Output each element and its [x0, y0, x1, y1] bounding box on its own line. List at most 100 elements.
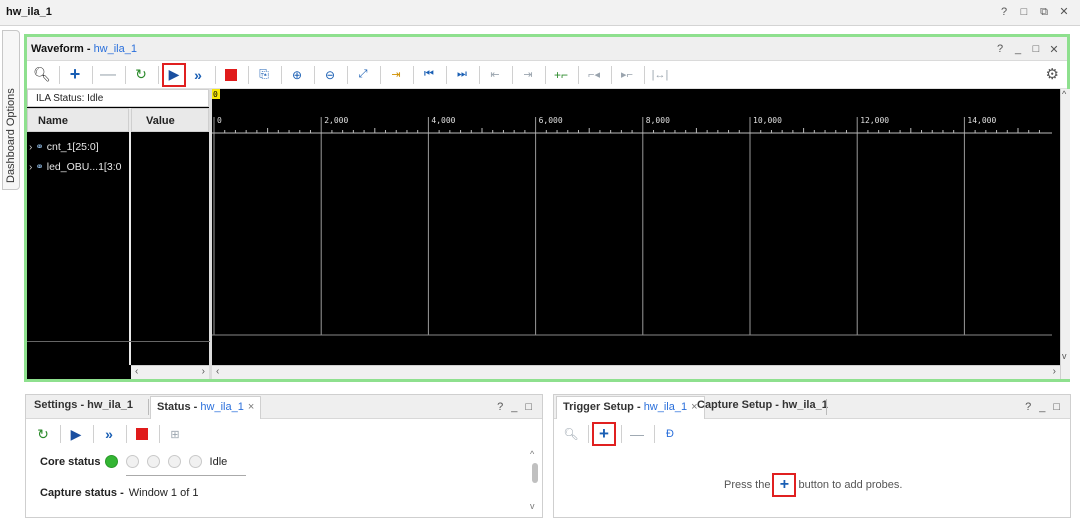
- waveform-canvas[interactable]: 0 0 2,000 4,000 6,000 8,000 10,000 12,000 14,00…: [212, 89, 1070, 379]
- help-icon[interactable]: ?: [497, 401, 503, 413]
- tab-trigger-link[interactable]: hw_ila_1: [644, 401, 687, 413]
- tab-status-text: Status: [157, 401, 191, 413]
- close-icon[interactable]: ✕: [1058, 6, 1070, 19]
- float-icon[interactable]: ⧉: [1038, 6, 1050, 19]
- dashboard-options-tab[interactable]: Dashboard Options: [2, 30, 20, 190]
- minimize-icon[interactable]: _: [1013, 43, 1023, 56]
- divider-line: [27, 341, 210, 342]
- scroll-up-icon[interactable]: ^: [530, 449, 534, 459]
- waveform-toolbar: 🔍︎ + — ↻ ▶ » ⎘ ⊕ ⊖ ⤢ ⇥ ⏮ ⏭ ⇤ ⇥ +⌐ ⌐◂ ▸⌐: [27, 61, 1067, 89]
- signal-row[interactable]: › ⚭ led_OBU...1[3:0: [29, 158, 129, 176]
- minimize-icon[interactable]: _: [511, 401, 517, 413]
- stop-icon[interactable]: [131, 423, 153, 445]
- run-immediate-icon[interactable]: »: [98, 423, 120, 445]
- export-icon[interactable]: ⎘: [253, 64, 275, 86]
- help-icon[interactable]: ?: [998, 6, 1010, 19]
- window-controls: ? □ ⧉ ✕: [998, 6, 1070, 19]
- tick-label: 8,000: [646, 116, 670, 125]
- scroll-right-icon[interactable]: ›: [202, 366, 205, 377]
- maximize-icon[interactable]: □: [1053, 401, 1060, 413]
- stop-icon[interactable]: [220, 64, 242, 86]
- help-icon[interactable]: ?: [995, 43, 1005, 56]
- minimize-icon[interactable]: _: [1039, 401, 1045, 413]
- scroll-down-icon[interactable]: v: [1062, 351, 1067, 361]
- search-icon[interactable]: 🔍︎: [31, 64, 53, 86]
- zoom-out-icon[interactable]: ⊖: [319, 64, 341, 86]
- maximize-icon[interactable]: □: [525, 401, 532, 413]
- scroll-left-icon[interactable]: ‹: [216, 366, 219, 377]
- status-tabbar: Settings - hw_ila_1 Status - hw_ila_1 × ?…: [26, 395, 542, 419]
- app-titlebar: hw_ila_1 ? □ ⧉ ✕: [0, 0, 1080, 26]
- tab-status-link[interactable]: hw_ila_1: [200, 401, 243, 413]
- expand-icon[interactable]: ›: [29, 162, 32, 173]
- zoom-fit-icon[interactable]: ⤢: [352, 64, 374, 86]
- scroll-down-icon[interactable]: v: [530, 501, 535, 511]
- trigger-setup-panel: Trigger Setup - hw_ila_1 × Capture Setup …: [553, 394, 1071, 518]
- minus-icon[interactable]: —: [97, 64, 119, 86]
- tab-trigger-setup[interactable]: Trigger Setup - hw_ila_1 ×: [556, 396, 705, 419]
- tab-settings[interactable]: Settings - hw_ila_1: [34, 399, 133, 411]
- tick-label: 10,000: [753, 116, 782, 125]
- auto-refresh-icon[interactable]: ↻: [130, 64, 152, 86]
- waveform-title-link[interactable]: hw_ila_1: [94, 43, 137, 55]
- waveform-header: Waveform - hw_ila_1 ? _ □ ✕: [27, 37, 1067, 61]
- gear-icon[interactable]: ⚙: [1046, 65, 1059, 83]
- hint-text-before: Press the: [724, 479, 771, 491]
- tick-label: 0: [217, 116, 222, 125]
- status-vscrollbar[interactable]: ^ v: [530, 449, 540, 513]
- divider: [126, 475, 246, 476]
- close-icon[interactable]: ✕: [1049, 43, 1059, 56]
- next-transition-icon[interactable]: ⇥: [517, 64, 539, 86]
- tab-status[interactable]: Status - hw_ila_1 ×: [150, 396, 262, 419]
- run-trigger-icon[interactable]: ▶: [65, 423, 87, 445]
- prev-transition-icon[interactable]: ⇤: [484, 64, 506, 86]
- window-title: hw_ila_1: [6, 6, 52, 18]
- value-hscrollbar[interactable]: ‹ ›: [131, 365, 209, 379]
- signal-names-area: ILA Status: Idle Name Value › ⚭ cnt_1[25…: [27, 89, 212, 379]
- trigger-toolbar: 🔍︎ + — Ð: [554, 421, 683, 447]
- remove-probe-icon[interactable]: —: [626, 423, 648, 445]
- plus-icon[interactable]: +: [64, 64, 86, 86]
- scroll-up-icon[interactable]: ^: [1062, 89, 1066, 99]
- signal-name: cnt_1[25:0]: [46, 141, 99, 153]
- status-dot-icon: [167, 455, 181, 468]
- swap-cursors-icon[interactable]: |↔|: [649, 64, 671, 86]
- waveform-hscrollbar[interactable]: ‹ ›: [212, 365, 1060, 379]
- tick-label: 6,000: [539, 116, 563, 125]
- goto-cursor-icon[interactable]: ⇥: [385, 64, 407, 86]
- plus-icon[interactable]: +: [772, 473, 797, 497]
- column-divider[interactable]: [129, 108, 131, 365]
- waveform-svg[interactable]: 0 0 2,000 4,000 6,000 8,000 10,000 12,000 14,00…: [212, 89, 1060, 365]
- status-toolbar: ↻ ▶ » ⊞: [26, 421, 188, 447]
- scroll-right-icon[interactable]: ›: [1053, 366, 1056, 377]
- signal-row[interactable]: › ⚭ cnt_1[25:0]: [29, 138, 129, 156]
- trigger-setup-icon[interactable]: ⊞: [164, 423, 186, 445]
- scroll-left-icon[interactable]: ‹: [135, 366, 138, 377]
- waveform-panel: Waveform - hw_ila_1 ? _ □ ✕ 🔍︎ + — ↻ ▶ »…: [24, 34, 1070, 382]
- add-marker-icon[interactable]: +⌐: [550, 64, 572, 86]
- tab-capture-setup[interactable]: Capture Setup - hw_ila_1: [697, 399, 828, 411]
- tick-label: 4,000: [431, 116, 455, 125]
- zoom-in-icon[interactable]: ⊕: [286, 64, 308, 86]
- auto-refresh-icon[interactable]: ↻: [32, 423, 54, 445]
- add-probe-icon[interactable]: +: [592, 422, 616, 446]
- waveform-vscrollbar[interactable]: ^ v: [1060, 89, 1070, 379]
- trigger-condition-icon[interactable]: Ð: [659, 423, 681, 445]
- close-icon[interactable]: ×: [248, 401, 254, 413]
- column-header-name[interactable]: Name: [27, 108, 129, 132]
- maximize-icon[interactable]: □: [1031, 43, 1041, 56]
- next-marker-icon[interactable]: ▸⌐: [616, 64, 638, 86]
- column-header-value[interactable]: Value: [131, 108, 209, 132]
- prev-marker-icon[interactable]: ⌐◂: [583, 64, 605, 86]
- run-immediate-icon[interactable]: »: [187, 64, 209, 86]
- scroll-thumb[interactable]: [532, 463, 538, 483]
- run-trigger-icon[interactable]: ▶: [162, 62, 186, 87]
- help-icon[interactable]: ?: [1025, 401, 1031, 413]
- goto-end-icon[interactable]: ⏭: [451, 64, 473, 86]
- search-icon[interactable]: 🔍︎: [560, 423, 582, 445]
- goto-start-icon[interactable]: ⏮: [418, 64, 440, 86]
- expand-icon[interactable]: ›: [29, 142, 32, 153]
- status-content: Core status Idle Capture status - Window…: [26, 449, 532, 509]
- status-dot-icon: [188, 455, 202, 468]
- restore-icon[interactable]: □: [1018, 6, 1030, 19]
